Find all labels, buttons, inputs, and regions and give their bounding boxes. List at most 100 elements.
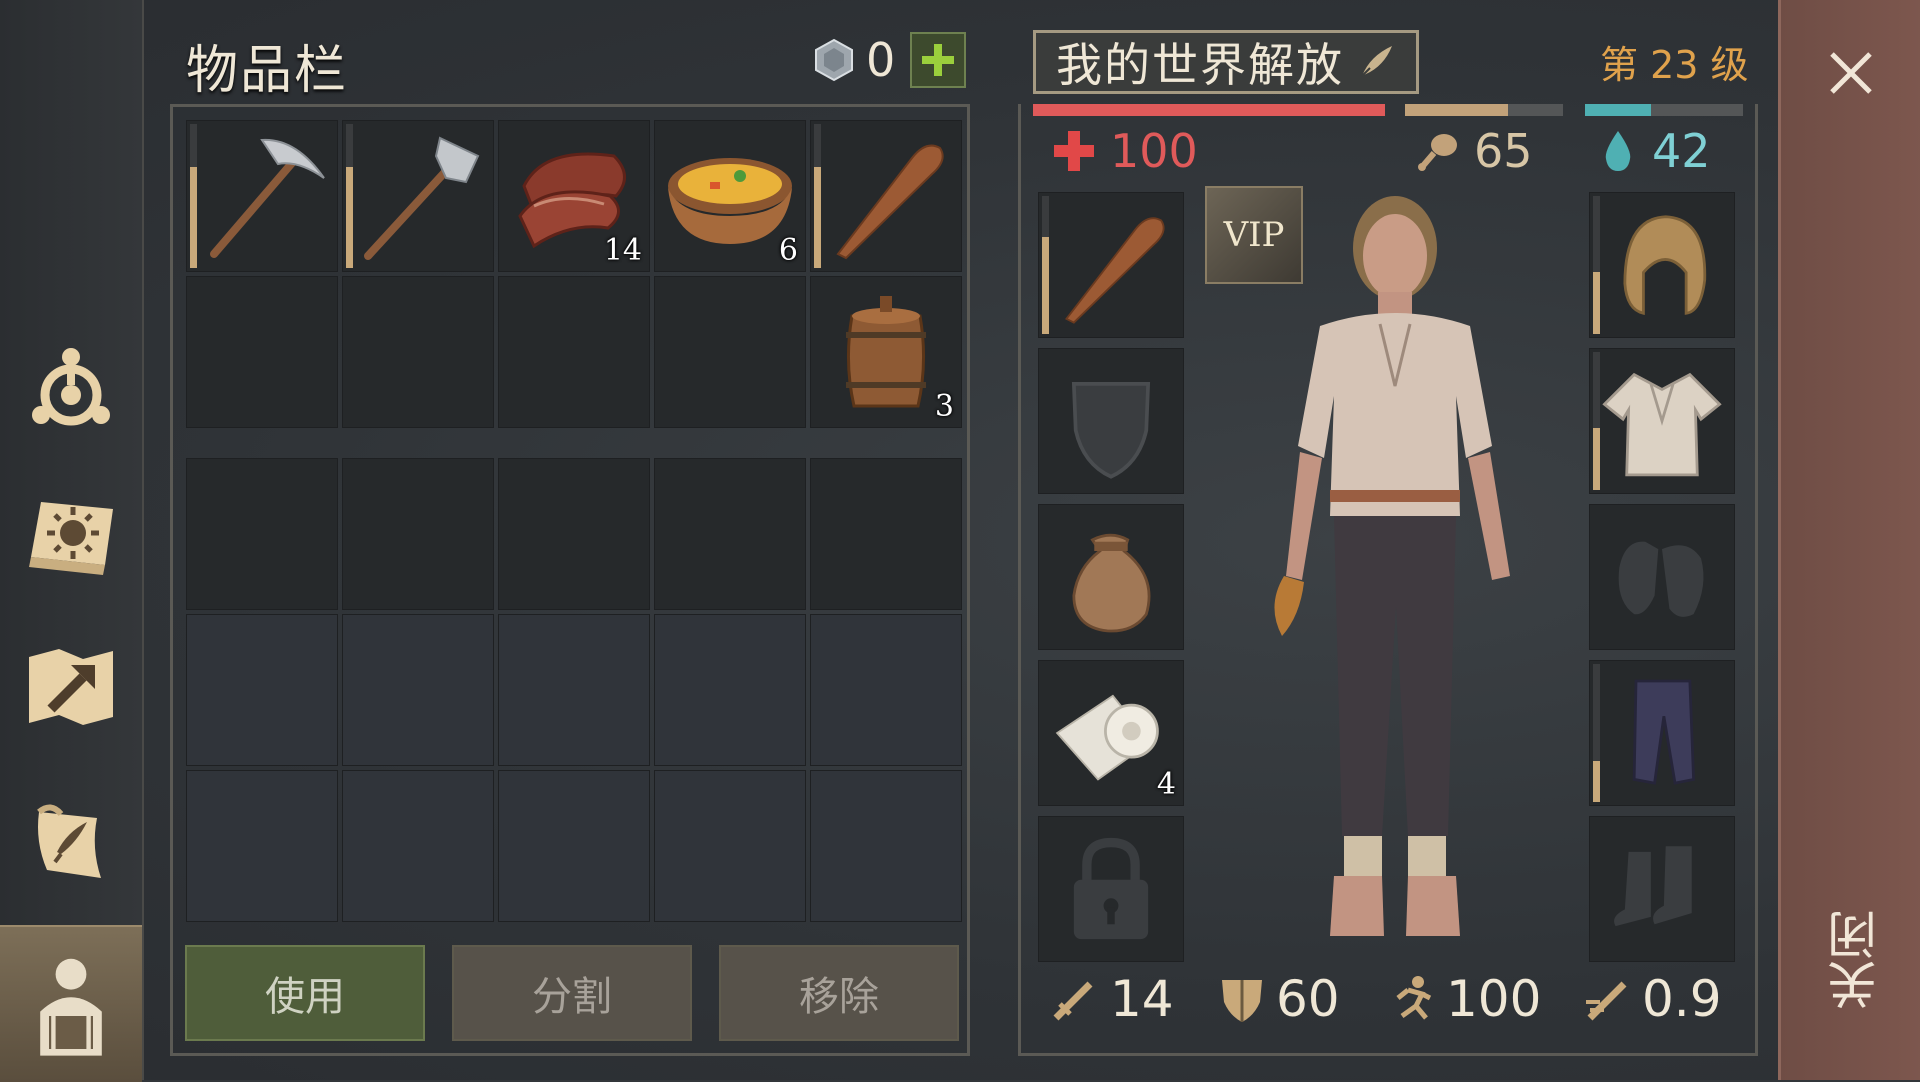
equip-slot-hands[interactable] [1589, 504, 1735, 650]
health-value: 100 [1110, 124, 1198, 178]
gloves-icon [1618, 541, 1704, 617]
equip-slot-consumable[interactable]: 4 [1038, 660, 1184, 806]
running-icon [1396, 976, 1432, 1020]
equip-slot-weapon[interactable] [1038, 192, 1184, 338]
hatchet-icon [364, 136, 480, 260]
equip-slot-bag[interactable] [1038, 504, 1184, 650]
inventory-slot[interactable]: 3 [810, 276, 962, 428]
character-level: 第 23 级 [1600, 43, 1749, 87]
inventory-slot[interactable] [186, 276, 338, 428]
inventory-slot[interactable] [810, 770, 962, 922]
food-bar [1405, 104, 1563, 116]
inventory-slot[interactable]: 6 [654, 120, 806, 272]
inventory-slot[interactable] [654, 458, 806, 610]
inventory-slot[interactable] [186, 458, 338, 610]
sword-icon [1053, 981, 1093, 1021]
use-button[interactable]: 使用 [185, 945, 425, 1041]
wooden-club-icon [1065, 217, 1165, 324]
equip-slot-legs[interactable] [1589, 660, 1735, 806]
sun-book-icon [29, 502, 113, 575]
defense-value: 60 [1276, 970, 1340, 1028]
plus-icon [922, 44, 954, 76]
sack-icon [1072, 533, 1151, 633]
health-cross-icon [1054, 131, 1094, 171]
character-backpack-icon [40, 958, 102, 1056]
scroll-quill-icon [37, 804, 101, 878]
inventory-slot[interactable] [342, 276, 494, 428]
hood-icon [1623, 215, 1707, 316]
inventory-slot[interactable] [498, 770, 650, 922]
item-quantity: 4 [1156, 767, 1176, 802]
inventory-slot[interactable] [654, 770, 806, 922]
inventory-grid-top: 14 6 3 [186, 120, 962, 428]
shield-icon [1071, 382, 1151, 479]
inventory-slot[interactable] [342, 770, 494, 922]
inventory-slot[interactable] [498, 614, 650, 766]
inventory-slot[interactable] [186, 770, 338, 922]
close-label[interactable]: 关闭 [1820, 910, 1892, 1010]
inventory-slot[interactable] [342, 614, 494, 766]
character-name: 我的世界解放 [1056, 38, 1344, 92]
equip-slot-feet[interactable] [1589, 816, 1735, 962]
food-stat: 65 [1416, 124, 1533, 178]
attack-speed-icon [1586, 981, 1627, 1021]
split-button[interactable]: 分割 [452, 945, 692, 1041]
attack-speed-value: 0.9 [1642, 970, 1722, 1028]
currency-value: 0 [866, 33, 896, 87]
inventory-slot[interactable] [654, 614, 806, 766]
quests-tab-button[interactable] [14, 785, 128, 899]
add-currency-button[interactable] [910, 32, 966, 88]
water-stat: 42 [1598, 124, 1711, 178]
inventory-slot[interactable] [810, 614, 962, 766]
remove-button[interactable]: 移除 [719, 945, 959, 1041]
equip-slot-body[interactable] [1589, 348, 1735, 494]
inventory-slot[interactable] [654, 276, 806, 428]
inventory-slot[interactable] [342, 458, 494, 610]
pants-icon [1632, 679, 1696, 785]
close-icon[interactable] [1826, 48, 1876, 98]
attack-speed-stat: 0.9 [1582, 970, 1722, 1028]
shirt-icon [1602, 372, 1722, 477]
speed-value: 100 [1446, 970, 1542, 1028]
food-value: 65 [1474, 124, 1533, 178]
inventory-slot[interactable] [810, 458, 962, 610]
character-model [1274, 196, 1510, 936]
crafting-tab-button[interactable] [14, 630, 128, 744]
equip-slot-head[interactable] [1589, 192, 1735, 338]
item-quantity: 3 [934, 389, 954, 424]
equip-slot-shield[interactable] [1038, 348, 1184, 494]
item-quantity: 14 [603, 233, 642, 268]
left-sidebar [0, 0, 144, 1082]
equip-slot-locked[interactable] [1038, 816, 1184, 962]
inventory-slot[interactable] [186, 120, 338, 272]
skills-icon [32, 348, 110, 426]
skills-tab-button[interactable] [14, 330, 128, 444]
inventory-title: 物品栏 [186, 41, 349, 101]
quill-edit-icon [1361, 46, 1392, 77]
inventory-slot[interactable] [810, 120, 962, 272]
item-quantity: 6 [778, 233, 798, 268]
inventory-grid-bottom [186, 458, 962, 922]
inventory-slot[interactable] [342, 120, 494, 272]
journal-tab-button[interactable] [14, 480, 128, 594]
lock-icon [1073, 837, 1149, 940]
inventory-slot[interactable]: 14 [498, 120, 650, 272]
speed-stat: 100 [1386, 970, 1541, 1028]
defense-shield-icon [1222, 980, 1262, 1022]
attack-value: 14 [1110, 970, 1174, 1028]
gem-coin-icon [815, 38, 853, 82]
character-name-box[interactable]: 我的世界解放 [1033, 30, 1419, 94]
water-value: 42 [1652, 124, 1711, 178]
inventory-slot[interactable] [186, 614, 338, 766]
crafting-map-icon [29, 649, 113, 725]
inventory-slot[interactable] [498, 276, 650, 428]
defense-stat: 60 [1218, 970, 1340, 1028]
attack-stat: 14 [1050, 970, 1174, 1028]
health-stat: 100 [1052, 124, 1198, 178]
boots-icon [1614, 846, 1692, 927]
inventory-slot[interactable] [498, 458, 650, 610]
water-drop-icon [1605, 131, 1631, 171]
character-tab-button[interactable] [0, 925, 142, 1082]
water-bar [1585, 104, 1743, 116]
wooden-club-icon [836, 144, 944, 260]
